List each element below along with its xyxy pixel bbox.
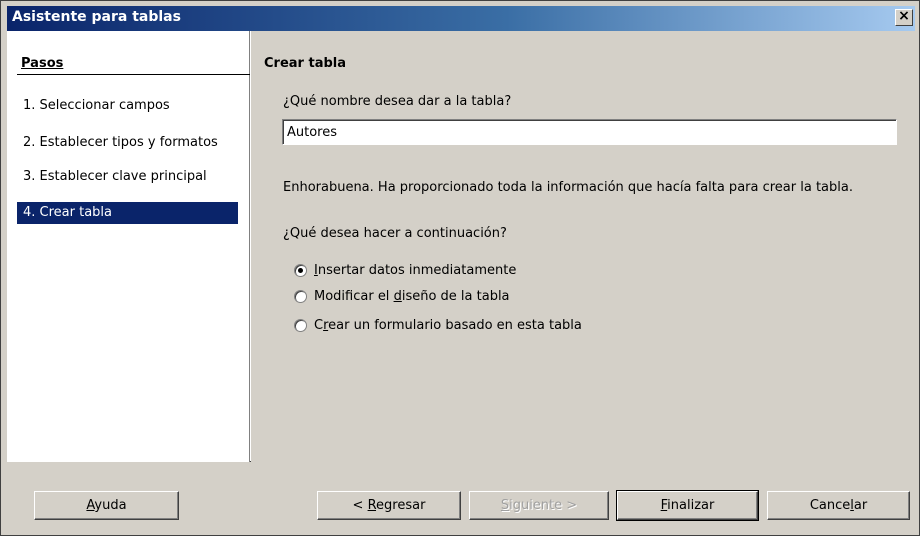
help-button[interactable]: Ayuda [34, 491, 179, 520]
steps-divider [17, 74, 250, 75]
next-action-label: ¿Qué desea hacer a continuación? [283, 226, 507, 241]
next-button[interactable]: Siguiente > [469, 491, 609, 520]
steps-header: Pasos [21, 56, 64, 71]
option-label: Modificar el diseño de la tabla [314, 288, 510, 304]
close-button[interactable]: × [895, 9, 913, 26]
table-wizard-window: Asistente para tablas × Pasos 1. Selecci… [0, 0, 920, 536]
table-name-input[interactable] [282, 119, 897, 145]
step-set-primary-key[interactable]: 3. Establecer clave principal [17, 166, 238, 188]
create-table-page: Crear tabla ¿Qué nombre desea dar a la t… [251, 31, 915, 462]
congrats-text: Enhorabuena. Ha proporcionado toda la in… [283, 180, 853, 195]
wizard-body: Pasos 1. Seleccionar campos 2. Establece… [7, 31, 915, 462]
option-modify-design[interactable]: Modificar el diseño de la tabla [294, 286, 510, 306]
step-create-table[interactable]: 4. Crear tabla [17, 202, 238, 224]
option-label: Crear un formulario basado en esta tabla [314, 317, 582, 333]
option-insert-data-now[interactable]: Insertar datos inmediatamente [294, 260, 516, 280]
window-title: Asistente para tablas [12, 9, 181, 25]
option-create-form[interactable]: Crear un formulario basado en esta tabla [294, 315, 582, 335]
table-name-label: ¿Qué nombre desea dar a la tabla? [283, 94, 512, 109]
radio-selected[interactable] [294, 263, 307, 277]
step-set-types-formats[interactable]: 2. Establecer tipos y formatos [17, 132, 238, 154]
steps-pane: Pasos 1. Seleccionar campos 2. Establece… [7, 31, 250, 462]
title-bar: Asistente para tablas × [7, 6, 915, 31]
page-title: Crear tabla [264, 56, 346, 71]
cancel-button[interactable]: Cancelar [767, 491, 910, 520]
radio-unselected[interactable] [294, 289, 307, 303]
option-label: Insertar datos inmediatamente [314, 262, 517, 278]
finish-button[interactable]: Finalizar [616, 490, 759, 521]
step-select-fields[interactable]: 1. Seleccionar campos [17, 95, 238, 117]
back-button[interactable]: < Regresar [317, 491, 461, 520]
close-icon: × [898, 8, 910, 24]
radio-unselected[interactable] [294, 318, 307, 332]
button-bar: Ayuda < Regresar Siguiente > Finalizar C… [7, 462, 915, 532]
